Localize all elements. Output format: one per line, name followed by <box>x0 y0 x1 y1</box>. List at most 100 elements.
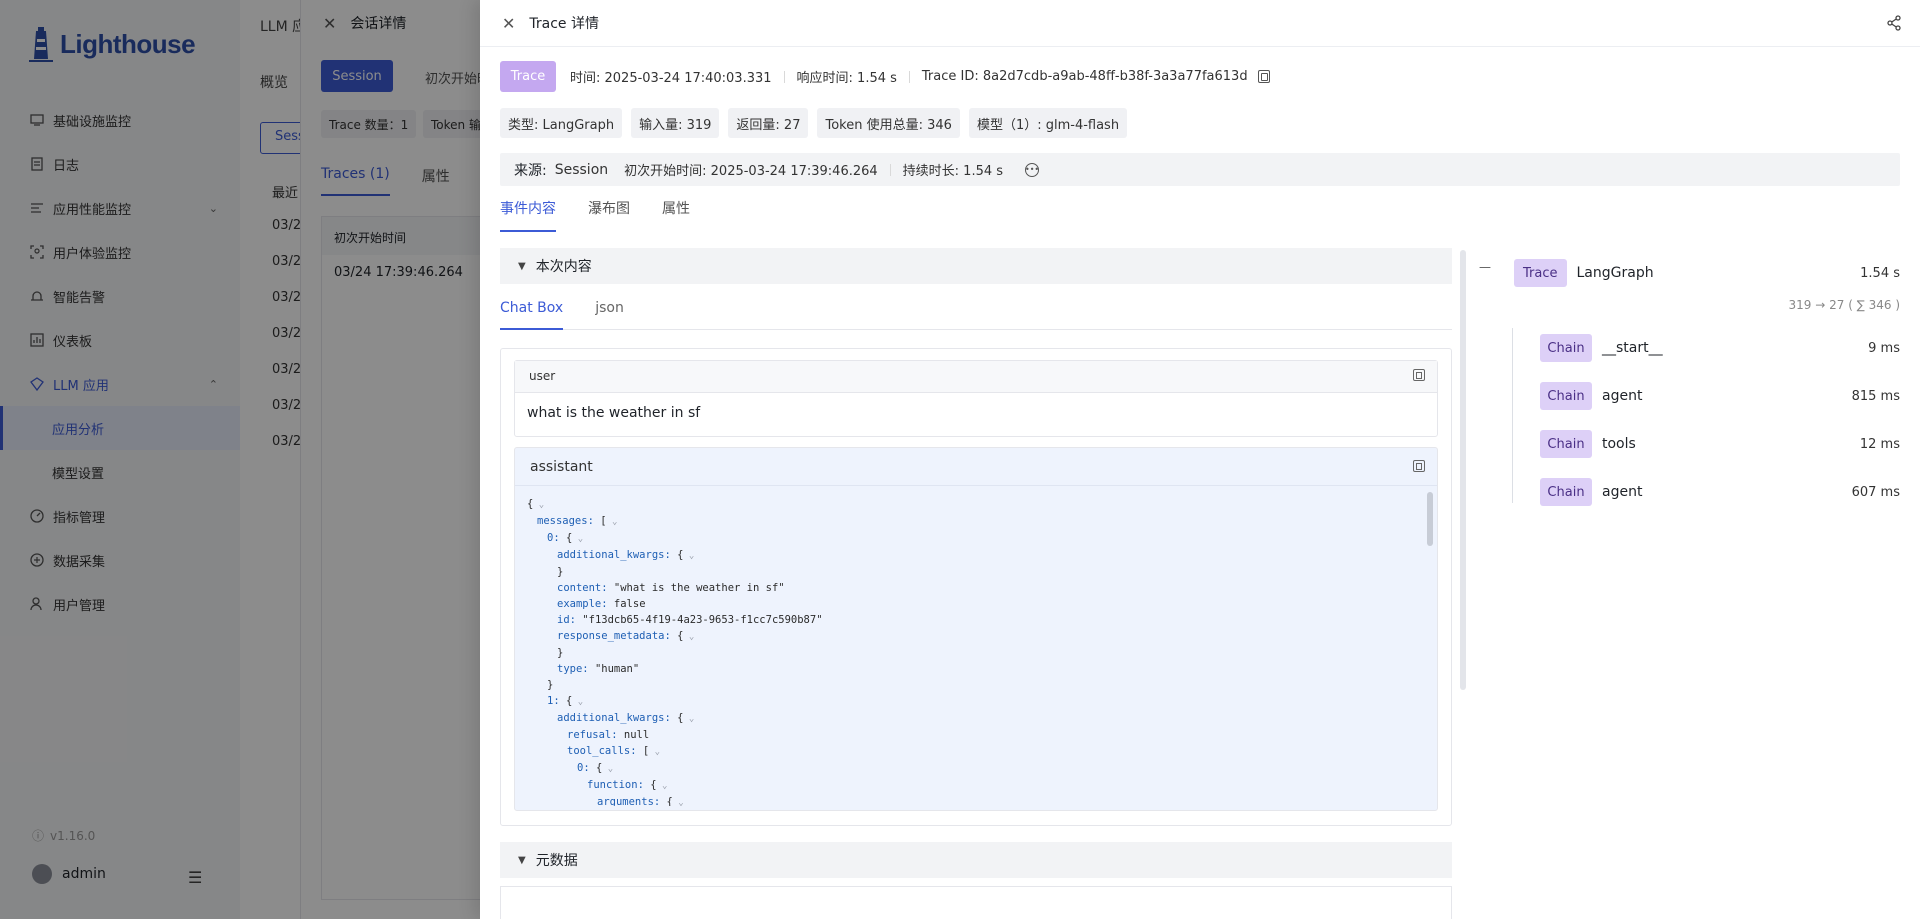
chat-box: user what is the weather in sf assistant… <box>500 348 1452 826</box>
message-role: user <box>515 361 1437 393</box>
json-value: } <box>547 679 554 691</box>
trace-id: Trace ID: 8a2d7cdb-a9ab-48ff-b38f-3a3a77… <box>921 69 1248 84</box>
message-content: what is the weather in sf <box>527 405 701 421</box>
input-chip: 输入量: 319 <box>631 108 720 138</box>
divider <box>908 70 910 83</box>
expand-toggle-icon[interactable]: ⌄ <box>602 764 613 774</box>
trace-drawer-title: Trace 详情 <box>529 16 599 32</box>
copy-icon[interactable] <box>1257 70 1270 83</box>
expand-toggle-icon[interactable]: ⌄ <box>572 534 583 544</box>
json-line: response_metadata: { ⌄ <box>527 628 1407 645</box>
tree-node[interactable]: Chain __start__ 9 ms <box>1540 333 1900 363</box>
trace-badge: Trace <box>500 61 556 92</box>
token-total-chip: Token 使用总量: 346 <box>817 108 960 138</box>
scrollbar[interactable] <box>1427 492 1433 546</box>
json-value: "f13dcb65-4f19-4a23-9653-f1cc7c590b87" <box>582 614 823 626</box>
json-key: arguments: <box>597 796 667 806</box>
tree-node[interactable]: Chain agent 607 ms <box>1540 477 1900 507</box>
json-line: example: false <box>527 596 1407 612</box>
json-line: 0: { ⌄ <box>527 530 1407 547</box>
tree-node[interactable]: Chain agent 815 ms <box>1540 381 1900 411</box>
trace-time: 时间: 2025-03-24 17:40:03.331 <box>570 71 772 86</box>
tree-node[interactable]: Chain tools 12 ms <box>1540 429 1900 459</box>
expand-toggle-icon[interactable]: ⌄ <box>607 517 617 527</box>
json-key: function: <box>587 779 651 791</box>
tree-node-root[interactable]: Trace LangGraph 1.54 s <box>1514 258 1900 288</box>
trace-summary: Trace 时间: 2025-03-24 17:40:03.331 响应时间: … <box>500 61 1270 92</box>
tab-attributes[interactable]: 属性 <box>662 198 690 232</box>
source-bar: 来源: Session 初次开始时间: 2025-03-24 17:39:46.… <box>500 153 1900 186</box>
json-line: messages: [ ⌄ <box>527 513 1407 530</box>
json-key: additional_kwargs: <box>557 549 678 561</box>
tab-events[interactable]: 事件内容 <box>500 198 556 232</box>
json-value: "human" <box>594 663 640 675</box>
expand-toggle-icon[interactable]: ⌄ <box>657 781 667 791</box>
json-key: tool_calls: <box>567 745 643 757</box>
tab-chat-box[interactable]: Chat Box <box>500 298 564 330</box>
node-name: agent <box>1602 388 1643 404</box>
content-sub-tabs: Chat Box json <box>500 298 1452 330</box>
node-duration: 1.54 s <box>1860 265 1900 281</box>
expand-toggle-icon[interactable]: ⌄ <box>683 632 694 642</box>
metadata-section-header[interactable]: ▼ 元数据 <box>500 842 1452 878</box>
tab-json[interactable]: json <box>595 298 624 330</box>
user-message: user what is the weather in sf <box>514 360 1438 437</box>
expand-toggle-icon[interactable]: ⌄ <box>649 747 660 757</box>
collapse-icon[interactable]: — <box>1479 260 1491 274</box>
copy-icon[interactable] <box>1413 369 1425 381</box>
trace-drawer-header: ✕ Trace 详情 <box>480 0 1920 47</box>
json-key: type: <box>557 663 595 675</box>
token-summary: 319 → 27 ( ∑ 346 ) <box>1788 298 1900 312</box>
json-value: "what is the weather in sf" <box>613 582 785 594</box>
node-name: tools <box>1602 436 1636 452</box>
json-line: } <box>527 677 1407 693</box>
share-icon[interactable] <box>1886 15 1902 31</box>
source-value[interactable]: Session <box>555 162 608 178</box>
json-key: additional_kwargs: <box>557 712 678 724</box>
section-title: 本次内容 <box>535 259 592 275</box>
chevron-down-icon: ▼ <box>518 854 526 866</box>
expand-toggle-icon[interactable]: ⌄ <box>683 714 694 724</box>
node-name: LangGraph <box>1576 265 1654 281</box>
tab-waterfall[interactable]: 瀑布图 <box>588 198 630 232</box>
expand-toggle-icon[interactable]: ⌄ <box>572 697 583 707</box>
expand-toggle-icon[interactable]: ⌄ <box>683 551 694 561</box>
json-line: additional_kwargs: { ⌄ <box>527 547 1407 564</box>
json-key: example: <box>557 598 614 610</box>
node-name: agent <box>1602 484 1643 500</box>
source-duration: 持续时长: 1.54 s <box>902 164 1004 179</box>
model-chip: 模型（1）: glm-4-flash <box>968 108 1128 138</box>
chain-badge: Chain <box>1540 382 1592 410</box>
json-key: response_metadata: <box>557 630 678 642</box>
trace-tabs: 事件内容 瀑布图 属性 <box>500 198 690 232</box>
chain-badge: Chain <box>1540 478 1592 506</box>
json-line: tool_calls: [ ⌄ <box>527 743 1407 760</box>
json-key: 0: <box>547 532 566 544</box>
trace-chips: 类型: LangGraph 输入量: 319 返回量: 27 Token 使用总… <box>500 108 1128 138</box>
json-line: id: "f13dcb65-4f19-4a23-9653-f1cc7c590b8… <box>527 612 1407 628</box>
metadata-box <box>500 886 1452 919</box>
more-icon[interactable]: ••• <box>1025 162 1039 177</box>
json-value: null <box>623 729 650 741</box>
json-value: false <box>613 598 646 610</box>
json-key: id: <box>557 614 583 626</box>
expand-toggle-icon[interactable]: ⌄ <box>673 798 683 806</box>
json-key: 1: <box>547 695 566 707</box>
trace-drawer: ✕ Trace 详情 Trace 时间: 2025-03-24 17:40:03… <box>480 0 1920 919</box>
output-chip: 返回量: 27 <box>728 108 809 138</box>
trace-badge: Trace <box>1514 259 1567 287</box>
event-content-pane: ▼ 本次内容 Chat Box json user what is the we… <box>500 248 1452 919</box>
divider <box>889 163 891 176</box>
json-key: refusal: <box>567 729 624 741</box>
chain-badge: Chain <box>1540 334 1592 362</box>
json-line: 1: { ⌄ <box>527 693 1407 710</box>
expand-toggle-icon[interactable]: ⌄ <box>533 500 544 510</box>
source-label: 来源: <box>514 162 547 179</box>
content-section-header[interactable]: ▼ 本次内容 <box>500 248 1452 284</box>
source-start: 初次开始时间: 2025-03-24 17:39:46.264 <box>624 164 878 179</box>
json-line: 0: { ⌄ <box>527 760 1407 777</box>
copy-icon[interactable] <box>1413 460 1425 472</box>
json-viewer[interactable]: { ⌄ messages: [ ⌄ 0: { ⌄ additional_kwargs:… <box>527 496 1407 806</box>
close-icon[interactable]: ✕ <box>502 14 515 33</box>
pane-resizer[interactable] <box>1460 250 1466 690</box>
